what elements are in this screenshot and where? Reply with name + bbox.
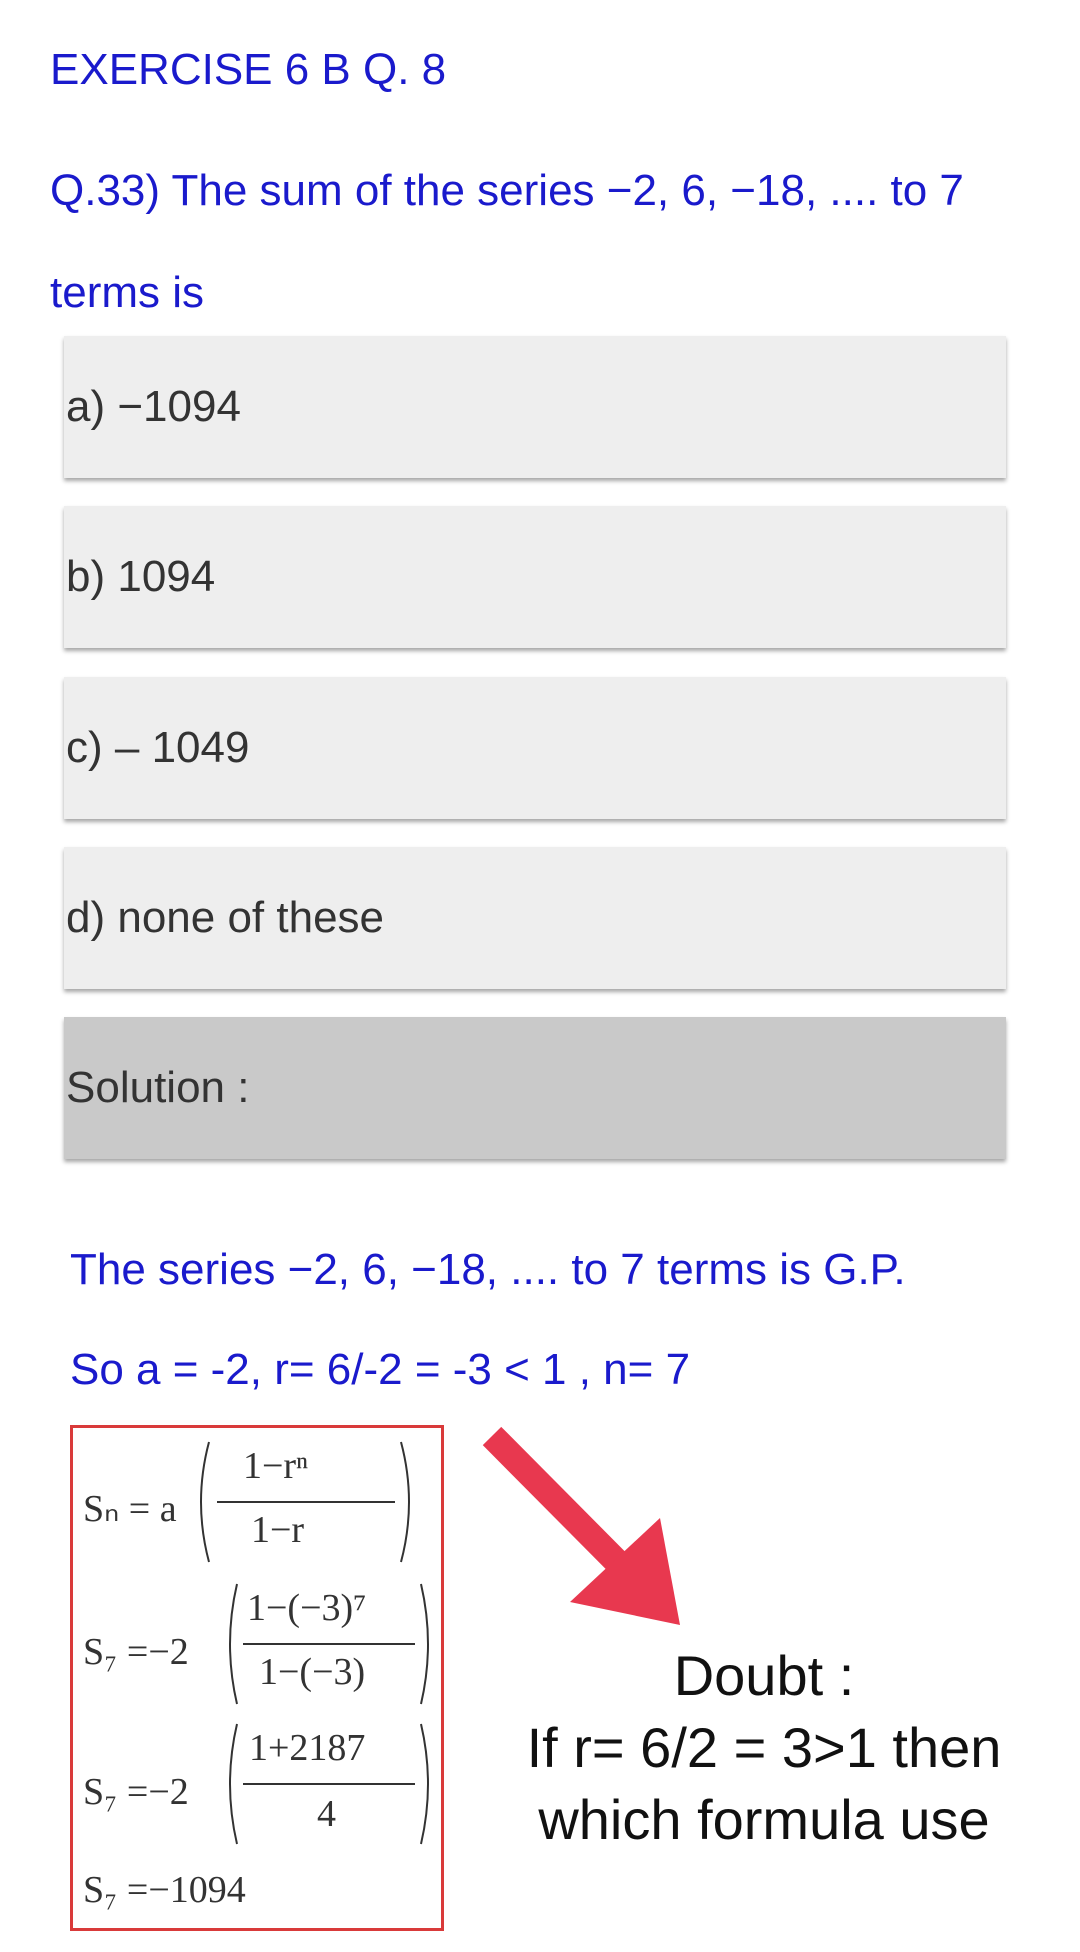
option-d[interactable]: d) none of these (64, 847, 1006, 989)
formula-3-lhs: S₇ =−2 (83, 1771, 189, 1813)
option-c[interactable]: c) – 1049 (64, 677, 1006, 819)
option-a-label: a) −1094 (66, 382, 241, 431)
formula-image: Sₙ = a 1−rⁿ 1−r S₇ =−2 1−(−3)⁷ 1−(−3) S₇… (70, 1425, 444, 1931)
arrow-icon (482, 1426, 680, 1625)
option-b-label: b) 1094 (66, 552, 216, 601)
option-b[interactable]: b) 1094 (64, 506, 1006, 648)
question-text: Q.33) The sum of the series −2, 6, −18, … (50, 166, 964, 317)
formula-2-denominator: 1−(−3) (259, 1651, 366, 1693)
solution-line-1: The series −2, 6, −18, .... to 7 terms i… (70, 1245, 906, 1294)
exercise-title: EXERCISE 6 B Q. 8 (50, 45, 447, 94)
doubt-heading: Doubt : (673, 1644, 855, 1707)
formula-3-numerator: 1+2187 (249, 1727, 366, 1769)
formula-2-lhs: S₇ =−2 (83, 1631, 189, 1673)
formula-3-denominator: 4 (317, 1793, 336, 1835)
formula-4: S₇ =−1094 (83, 1869, 246, 1911)
solution-toggle[interactable]: Solution : (64, 1017, 1006, 1159)
solution-label: Solution : (66, 1063, 250, 1112)
formula-1-lhs: Sₙ = a (83, 1488, 177, 1530)
doubt-note: Doubt : If r= 6/2 = 3>1 then which formu… (484, 1640, 1044, 1856)
option-d-label: d) none of these (66, 893, 385, 942)
formula-1-denominator: 1−r (251, 1509, 305, 1551)
option-a[interactable]: a) −1094 (64, 336, 1006, 478)
option-c-label: c) – 1049 (66, 723, 250, 772)
doubt-line-3: which formula use (538, 1788, 990, 1851)
formula-2-numerator: 1−(−3)⁷ (247, 1587, 367, 1629)
solution-line-2: So a = -2, r= 6/-2 = -3 < 1 , n= 7 (70, 1345, 691, 1394)
doubt-line-2: If r= 6/2 = 3>1 then (526, 1716, 1002, 1779)
formula-1-fraction (200, 1441, 410, 1563)
formula-1-numerator: 1−rⁿ (243, 1445, 309, 1487)
